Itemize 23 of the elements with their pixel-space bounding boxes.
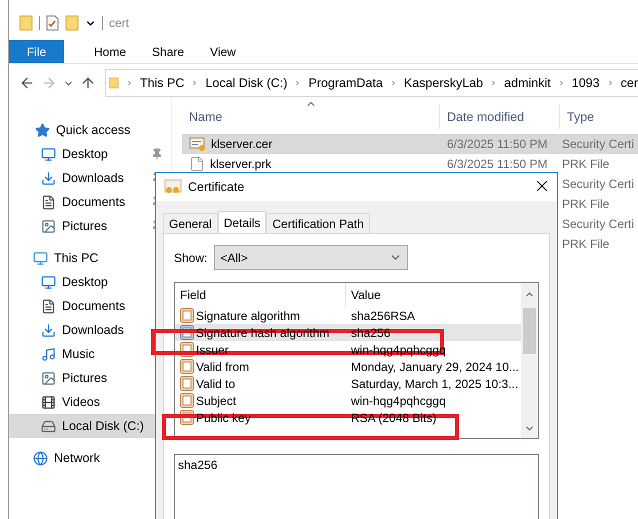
field-value: RSA (2048 Bits)	[351, 410, 436, 424]
field-value: Saturday, March 1, 2025 10:3...	[351, 376, 518, 390]
file-type: PRK File	[562, 237, 610, 251]
file-type: PRK File	[562, 157, 610, 171]
date-modified: 6/3/2025 11:50 PM	[447, 157, 548, 171]
file-name: klserver.cer	[211, 137, 272, 151]
field-name: Subject	[196, 394, 236, 408]
field-value: win-hqg4pqhcggq	[351, 394, 446, 408]
show-label: Show:	[174, 250, 208, 264]
file-name: klserver.prk	[210, 157, 272, 171]
field-name: Signature algorithm	[196, 308, 300, 322]
field-value: Monday, January 29, 2024 10...	[351, 360, 519, 374]
field-name: Valid to	[196, 376, 236, 390]
file-type: Security Certi	[562, 137, 634, 151]
date-modified: 6/3/2025 11:50 PM	[447, 137, 548, 151]
file-type: PRK File	[562, 197, 610, 211]
field-value: sha256	[351, 326, 390, 340]
field-name: Signature hash algorithm	[196, 326, 330, 340]
field-name: Valid from	[196, 360, 250, 374]
dialog-title: Certificate	[188, 180, 244, 194]
field-value: sha256RSA	[351, 308, 416, 322]
window-title: cert	[109, 16, 130, 30]
field-name: Public key	[196, 410, 251, 424]
